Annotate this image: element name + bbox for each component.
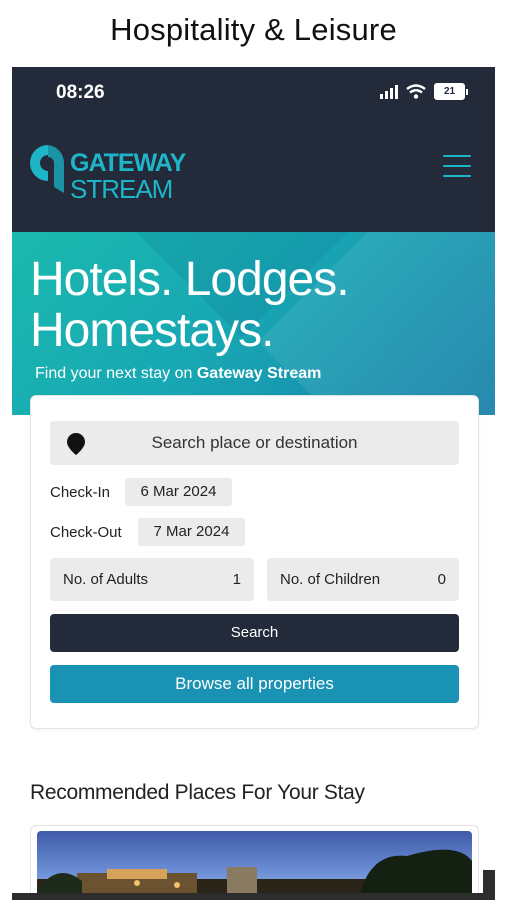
destination-field[interactable]	[50, 421, 459, 465]
children-field[interactable]: No. of Children 0	[267, 558, 459, 601]
top-navbar: 08:26 21 GATEWAY STREAM	[12, 67, 495, 232]
hero-title: Hotels. Lodges. Homestays.	[30, 254, 490, 356]
search-button[interactable]: Search	[50, 614, 459, 652]
wifi-icon	[406, 84, 426, 99]
checkin-date-input[interactable]: 6 Mar 2024	[125, 478, 232, 506]
hero-subtitle-text: Find your next stay on	[35, 365, 197, 382]
status-icons: 21	[380, 83, 468, 100]
hero-title-line1: Hotels. Lodges.	[30, 253, 350, 306]
hero-banner: Hotels. Lodges. Homestays. Find your nex…	[12, 232, 495, 415]
recommended-place-card[interactable]	[30, 825, 479, 900]
destination-input[interactable]	[50, 433, 459, 453]
place-image	[37, 831, 472, 900]
hero-subtitle-brand: Gateway Stream	[196, 365, 322, 382]
hero-title-line2: Homestays.	[30, 304, 274, 357]
hero-subtitle: Find your next stay on Gateway Stream	[35, 365, 321, 383]
signal-icon	[380, 84, 398, 99]
bottom-bar	[12, 893, 495, 900]
checkout-date-input[interactable]: 7 Mar 2024	[138, 518, 245, 546]
logo-icon	[30, 145, 65, 193]
search-card: Check-In 6 Mar 2024 Check-Out 7 Mar 2024…	[30, 395, 479, 729]
adults-label: No. of Adults	[63, 571, 149, 588]
children-label: No. of Children	[280, 571, 381, 588]
recommended-section-title: Recommended Places For Your Stay	[30, 781, 365, 804]
page-heading: Hospitality & Leisure	[110, 12, 397, 47]
adults-value: 1	[232, 571, 241, 588]
browse-properties-button[interactable]: Browse all properties	[50, 665, 459, 703]
battery-icon: 21	[434, 83, 468, 100]
hamburger-menu-icon[interactable]	[443, 155, 471, 177]
checkout-label: Check-Out	[50, 524, 122, 541]
phone-screen: 08:26 21 GATEWAY STREAM Hotels. Lodges. …	[12, 67, 495, 900]
map-pin-icon	[67, 433, 85, 455]
status-time: 08:26	[56, 82, 105, 103]
logo-text-bottom: STREAM	[70, 174, 173, 204]
checkin-label: Check-In	[50, 484, 111, 501]
adults-field[interactable]: No. of Adults 1	[50, 558, 254, 601]
children-value: 0	[437, 571, 446, 588]
